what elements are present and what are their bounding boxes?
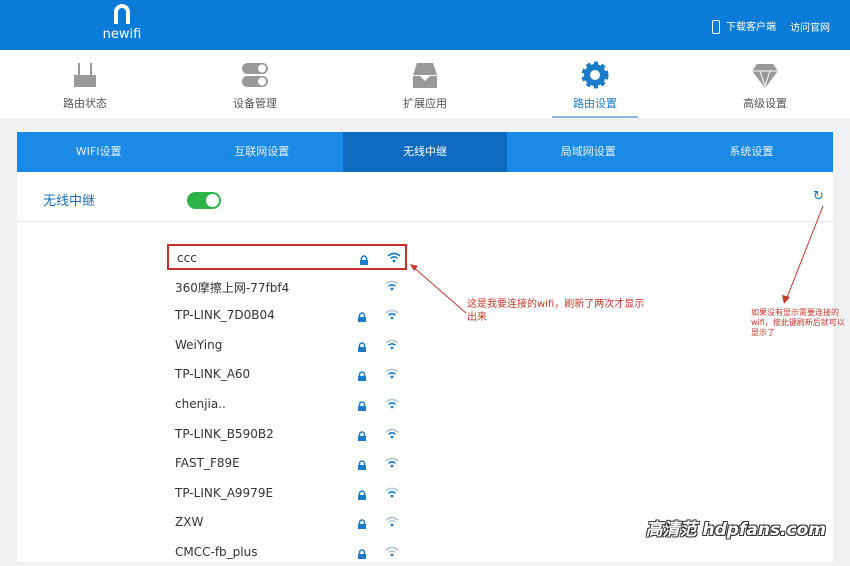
watermark: 高清范 hdpfans.com [645, 520, 826, 540]
annotation-arrows [410, 205, 824, 314]
